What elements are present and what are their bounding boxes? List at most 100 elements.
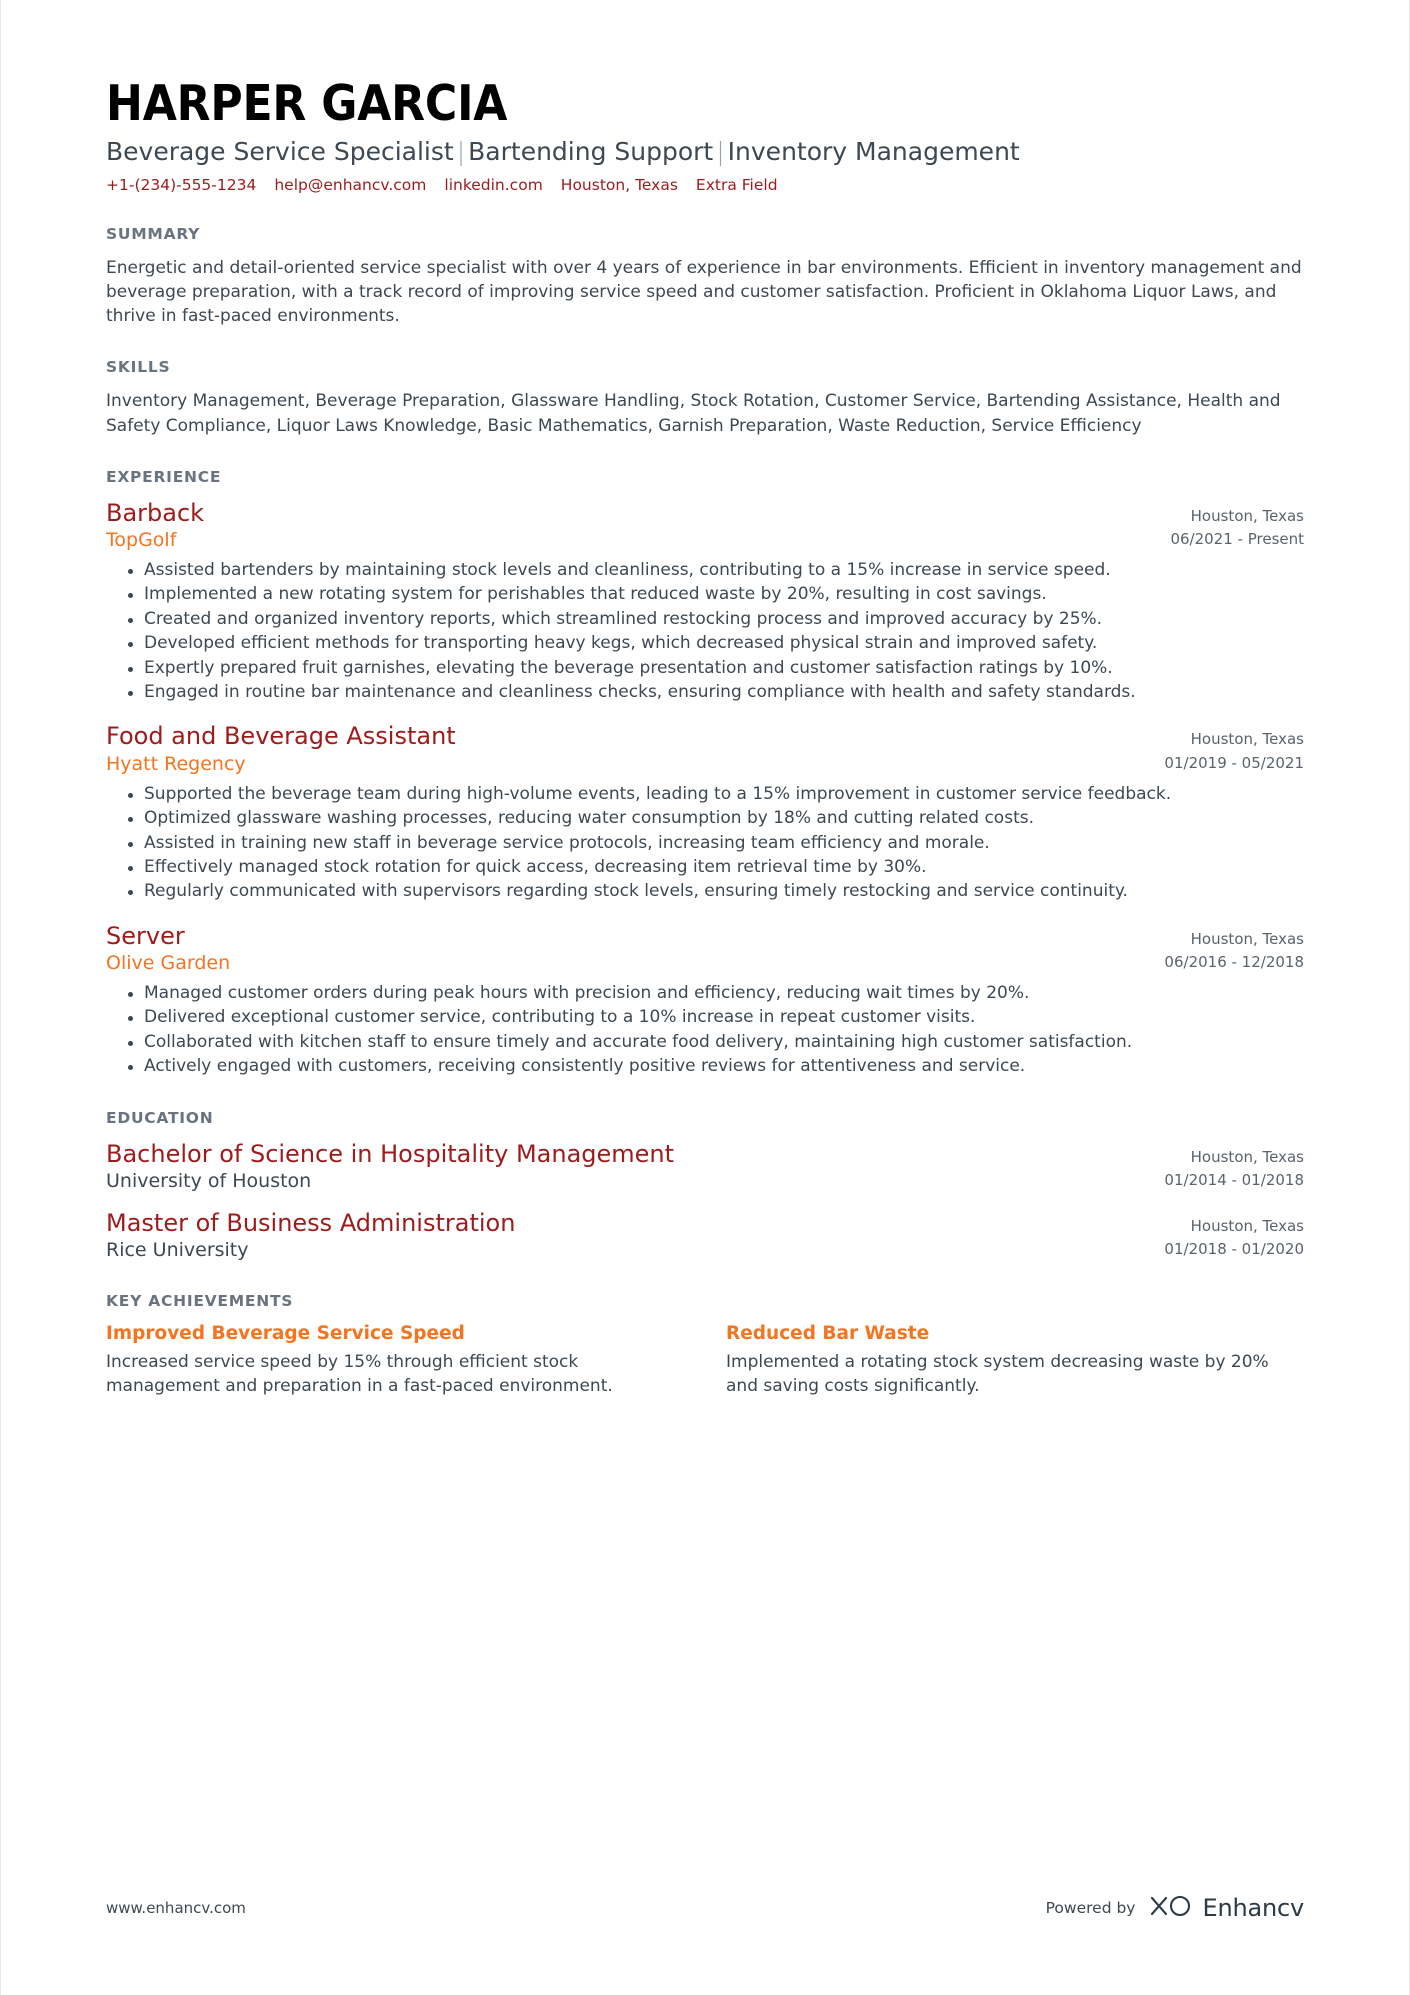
experience-entry: Server Olive Garden Houston, Texas 06/2016 … bbox=[106, 922, 1304, 1079]
enhancv-wordmark: Enhancv bbox=[1202, 1894, 1304, 1922]
headline: Beverage Service Specialist | Bartending S… bbox=[106, 137, 1304, 167]
headline-separator: | bbox=[716, 137, 725, 167]
headline-part-3: Inventory Management bbox=[727, 137, 1020, 167]
infinity-icon bbox=[1149, 1893, 1193, 1923]
job-dates: 06/2021 - Present bbox=[1170, 529, 1304, 548]
footer-branding: Powered by Enhancv bbox=[1045, 1893, 1305, 1923]
resume-page: HARPER GARCIA Beverage Service Specialis… bbox=[0, 0, 1410, 1995]
contact-email[interactable]: help@enhancv.com bbox=[274, 176, 426, 194]
job-bullet: Delivered exceptional customer service, … bbox=[128, 1006, 1304, 1029]
job-bullet: Implemented a new rotating system for pe… bbox=[128, 583, 1304, 606]
education-entry-header: Master of Business Administration Rice Un… bbox=[106, 1209, 1304, 1262]
contact-linkedin[interactable]: linkedin.com bbox=[444, 176, 542, 194]
section-heading-education: EDUCATION bbox=[106, 1108, 214, 1127]
headline-part-1: Beverage Service Specialist bbox=[106, 137, 454, 167]
job-bullet: Regularly communicated with supervisors … bbox=[128, 880, 1304, 903]
job-bullet: Assisted bartenders by maintaining stock… bbox=[128, 559, 1304, 582]
achievements-grid: Improved Beverage Service Speed Increased… bbox=[106, 1323, 1304, 1398]
education-entry-header: Bachelor of Science in Hospitality Manag… bbox=[106, 1140, 1304, 1193]
education-entry-meta: Houston, Texas 01/2014 - 01/2018 bbox=[1144, 1140, 1304, 1193]
section-heading-key-achievements: KEY ACHIEVEMENTS bbox=[106, 1292, 294, 1310]
job-title: Barback bbox=[106, 498, 205, 527]
experience-entry-main: Food and Beverage Assistant Hyatt Regency bbox=[106, 722, 1144, 775]
company-name: Hyatt Regency bbox=[106, 752, 246, 775]
company-name: TopGolf bbox=[106, 528, 177, 551]
page-footer: www.enhancv.com Powered by Enhancv bbox=[106, 1893, 1304, 1923]
education-entry: Bachelor of Science in Hospitality Manag… bbox=[106, 1140, 1304, 1193]
headline-part-2: Bartending Support bbox=[468, 137, 714, 167]
job-bullet: Supported the beverage team during high-… bbox=[128, 783, 1304, 806]
section-heading-summary: SUMMARY bbox=[106, 225, 201, 244]
company-name: Olive Garden bbox=[106, 952, 231, 975]
section-education: EDUCATION Bachelor of Science in Hospita… bbox=[106, 1109, 1304, 1262]
contact-phone[interactable]: +1-(234)-555-1234 bbox=[106, 176, 256, 194]
achievement-item: Improved Beverage Service Speed Increased… bbox=[106, 1323, 666, 1398]
job-bullet-list: Managed customer orders during peak hour… bbox=[106, 982, 1304, 1079]
headline-separator: | bbox=[456, 137, 466, 167]
job-bullet: Engaged in routine bar maintenance and c… bbox=[128, 681, 1304, 704]
school-name: Rice University bbox=[106, 1239, 249, 1262]
page-title: HARPER GARCIA bbox=[106, 75, 508, 132]
achievement-item: Reduced Bar Waste Implemented a rotating … bbox=[726, 1323, 1286, 1398]
education-entry: Master of Business Administration Rice Un… bbox=[106, 1209, 1304, 1262]
job-bullet-list: Assisted bartenders by maintaining stock… bbox=[106, 559, 1304, 705]
education-entry-meta: Houston, Texas 01/2018 - 01/2020 bbox=[1144, 1209, 1304, 1262]
job-dates: 01/2019 - 05/2021 bbox=[1164, 753, 1304, 772]
school-name: University of Houston bbox=[106, 1170, 312, 1193]
experience-list: Barback TopGolf Houston, Texas 06/2021 - Pr… bbox=[106, 499, 1304, 1079]
enhancv-logo: Enhancv bbox=[1149, 1893, 1304, 1923]
footer-website-url[interactable]: www.enhancv.com bbox=[106, 1899, 246, 1917]
section-heading-experience: EXPERIENCE bbox=[106, 467, 222, 486]
education-list: Bachelor of Science in Hospitality Manag… bbox=[106, 1140, 1304, 1262]
job-title: Server bbox=[106, 921, 185, 950]
job-bullet: Collaborated with kitchen staff to ensur… bbox=[128, 1031, 1304, 1054]
school-dates: 01/2018 - 01/2020 bbox=[1164, 1240, 1304, 1259]
powered-by-label: Powered by bbox=[1045, 1899, 1136, 1917]
experience-entry-meta: Houston, Texas 06/2021 - Present bbox=[1150, 499, 1304, 552]
job-bullet: Effectively managed stock rotation for q… bbox=[128, 856, 1304, 879]
experience-entry: Barback TopGolf Houston, Texas 06/2021 - Pr… bbox=[106, 499, 1304, 705]
achievement-description: Increased service speed by 15% through e… bbox=[106, 1352, 613, 1396]
education-entry-main: Bachelor of Science in Hospitality Manag… bbox=[106, 1140, 1144, 1193]
job-location: Houston, Texas bbox=[1190, 730, 1304, 749]
achievement-title: Reduced Bar Waste bbox=[726, 1323, 930, 1344]
experience-entry-header: Barback TopGolf Houston, Texas 06/2021 - Pr… bbox=[106, 499, 1304, 552]
school-location: Houston, Texas bbox=[1190, 1216, 1304, 1235]
job-location: Houston, Texas bbox=[1190, 506, 1304, 525]
contact-row: +1-(234)-555-1234 help@enhancv.com linkedi… bbox=[106, 176, 1304, 195]
job-title: Food and Beverage Assistant bbox=[106, 722, 456, 751]
contact-location: Houston, Texas bbox=[560, 176, 678, 195]
job-bullet: Optimized glassware washing processes, r… bbox=[128, 807, 1304, 830]
job-bullet: Assisted in training new staff in bevera… bbox=[128, 832, 1304, 855]
section-key-achievements: KEY ACHIEVEMENTS Improved Beverage Servi… bbox=[106, 1292, 1304, 1398]
experience-entry-meta: Houston, Texas 01/2019 - 05/2021 bbox=[1144, 722, 1304, 775]
achievement-title: Improved Beverage Service Speed bbox=[106, 1323, 465, 1344]
skills-text: Inventory Management, Beverage Preparati… bbox=[106, 391, 1281, 436]
section-experience: EXPERIENCE Barback TopGolf Houston, Texas 0… bbox=[106, 468, 1304, 1079]
job-bullet-list: Supported the beverage team during high-… bbox=[106, 783, 1304, 904]
school-dates: 01/2014 - 01/2018 bbox=[1164, 1171, 1304, 1190]
achievement-description: Implemented a rotating stock system decr… bbox=[726, 1352, 1269, 1396]
job-dates: 06/2016 - 12/2018 bbox=[1164, 953, 1304, 972]
section-skills: SKILLS Inventory Management, Beverage Pr… bbox=[106, 358, 1304, 437]
job-location: Houston, Texas bbox=[1190, 929, 1304, 948]
degree-title: Bachelor of Science in Hospitality Manag… bbox=[106, 1139, 675, 1168]
section-heading-skills: SKILLS bbox=[106, 358, 171, 377]
experience-entry-meta: Houston, Texas 06/2016 - 12/2018 bbox=[1144, 922, 1304, 975]
education-entry-main: Master of Business Administration Rice Un… bbox=[106, 1209, 1144, 1262]
experience-entry: Food and Beverage Assistant Hyatt Regency… bbox=[106, 722, 1304, 903]
resume-header: HARPER GARCIA Beverage Service Specialis… bbox=[106, 78, 1304, 195]
contact-extra-field: Extra Field bbox=[695, 176, 778, 195]
experience-entry-main: Server Olive Garden bbox=[106, 922, 1144, 975]
job-bullet: Actively engaged with customers, receivi… bbox=[128, 1055, 1304, 1078]
degree-title: Master of Business Administration bbox=[106, 1208, 516, 1237]
summary-text: Energetic and detail-oriented service sp… bbox=[106, 258, 1302, 327]
experience-entry-main: Barback TopGolf bbox=[106, 499, 1150, 552]
job-bullet: Managed customer orders during peak hour… bbox=[128, 982, 1304, 1005]
job-bullet: Created and organized inventory reports,… bbox=[128, 608, 1304, 631]
experience-entry-header: Server Olive Garden Houston, Texas 06/2016 … bbox=[106, 922, 1304, 975]
section-summary: SUMMARY Energetic and detail-oriented se… bbox=[106, 225, 1304, 328]
job-bullet: Developed efficient methods for transpor… bbox=[128, 632, 1304, 655]
experience-entry-header: Food and Beverage Assistant Hyatt Regency… bbox=[106, 722, 1304, 775]
job-bullet: Expertly prepared fruit garnishes, eleva… bbox=[128, 657, 1304, 680]
